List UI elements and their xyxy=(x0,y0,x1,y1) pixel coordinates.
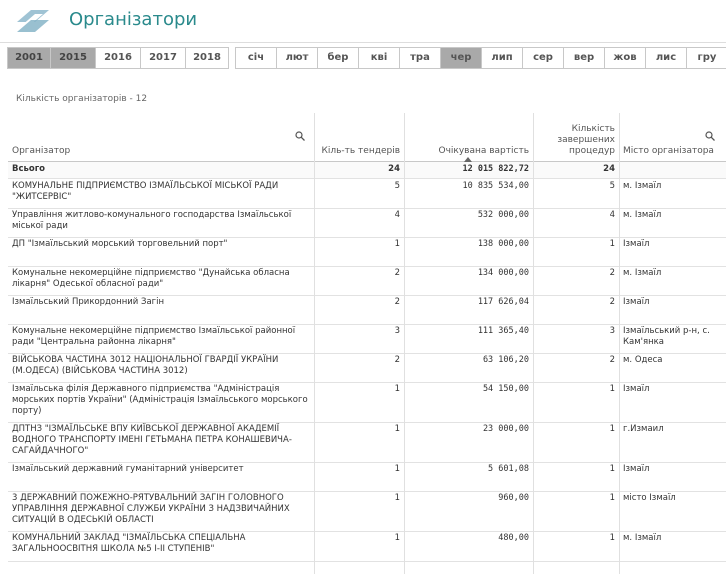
cell-completed: 1 xyxy=(609,239,615,249)
page-title: Організатори xyxy=(69,9,198,30)
cell-value: 54 150,00 xyxy=(482,384,529,394)
month-button[interactable]: жов xyxy=(604,47,646,69)
col-header-value[interactable]: Очікувана вартість xyxy=(404,113,533,161)
month-button[interactable]: тра xyxy=(399,47,441,69)
year-filter: 2001 2015 2016 2017 2018 xyxy=(7,47,229,69)
cell-organizer: КОМУНАЛЬНЕ ПІДПРИЄМСТВО ІЗМАЇЛЬСЬКОЇ МІС… xyxy=(12,181,279,202)
column-divider xyxy=(314,113,315,574)
month-button[interactable]: лип xyxy=(481,47,523,69)
cell-completed: 1 xyxy=(609,533,615,543)
year-button-2017[interactable]: 2017 xyxy=(140,47,186,69)
cell-city: Ізмаїл xyxy=(623,239,650,249)
cell-tenders: 5 xyxy=(394,181,400,191)
search-icon[interactable] xyxy=(295,131,305,141)
cell-value: 480,00 xyxy=(498,533,529,543)
cell-organizer: 3 ДЕРЖАВНИЙ ПОЖЕЖНО-РЯТУВАЛЬНИЙ ЗАГІН ГО… xyxy=(12,493,290,525)
cell-city: Ізмаїл xyxy=(623,464,650,474)
cell-value: 5 601,08 xyxy=(488,464,529,474)
cell-tenders: 1 xyxy=(394,493,400,503)
logo-icon xyxy=(17,10,49,32)
cell-city: місто Ізмаїл xyxy=(623,493,676,503)
col-header-organizer[interactable]: Організатор xyxy=(8,113,314,161)
col-header-completed[interactable]: Кількість завершених процедур xyxy=(533,113,619,161)
cell-organizer: КОМУНАЛЬНИЙ ЗАКЛАД "ІЗМАЇЛЬСЬКА СПЕЦІАЛЬ… xyxy=(12,533,246,554)
cell-organizer: Ізмаїльська філія Державного підприємств… xyxy=(12,384,308,416)
cell-tenders: 2 xyxy=(394,268,400,278)
cell-city: м. Одеса xyxy=(623,355,663,365)
cell-value: 960,00 xyxy=(498,493,529,503)
month-button[interactable]: бер xyxy=(317,47,359,69)
total-completed: 24 xyxy=(603,164,615,174)
cell-city: Ізмаїл xyxy=(623,297,650,307)
cell-completed: 2 xyxy=(609,268,615,278)
total-value: 12 015 822,72 xyxy=(462,164,529,174)
column-divider xyxy=(404,113,405,574)
cell-tenders: 1 xyxy=(394,384,400,394)
col-header-tenders[interactable]: Кіль-ть тендерів xyxy=(314,113,404,161)
cell-tenders: 2 xyxy=(394,355,400,365)
cell-tenders: 1 xyxy=(394,239,400,249)
header: Організатори xyxy=(0,0,726,43)
month-button-selected[interactable]: чер xyxy=(440,47,482,69)
cell-value: 117 626,04 xyxy=(477,297,529,307)
cell-value: 532 000,00 xyxy=(477,210,529,220)
cell-organizer: Ізмаїльський державний гуманітарний унів… xyxy=(12,464,244,474)
cell-completed: 2 xyxy=(609,297,615,307)
cell-city: м. Ізмаїл xyxy=(623,268,662,278)
cell-organizer: ДПТНЗ "ІЗМАЇЛЬСЬКЕ ВПУ КИЇВСЬКОЇ ДЕРЖАВН… xyxy=(12,424,292,456)
organizers-count: Кількість організаторів - 12 xyxy=(16,94,148,104)
cell-organizer: Комунальне некомерційне підприємство Ізм… xyxy=(12,326,296,347)
cell-city: г.Измаил xyxy=(623,424,664,434)
cell-completed: 1 xyxy=(609,464,615,474)
column-divider xyxy=(533,113,534,574)
cell-tenders: 2 xyxy=(394,297,400,307)
total-tenders: 24 xyxy=(388,164,400,174)
cell-city: Ізмаїл xyxy=(623,384,650,394)
year-button-2016[interactable]: 2016 xyxy=(95,47,141,69)
year-button-2018[interactable]: 2018 xyxy=(185,47,229,69)
cell-tenders: 1 xyxy=(394,533,400,543)
cell-tenders: 3 xyxy=(394,326,400,336)
cell-value: 138 000,00 xyxy=(477,239,529,249)
cell-tenders: 1 xyxy=(394,424,400,434)
total-label: Всього xyxy=(12,164,46,174)
cell-value: 134 000,00 xyxy=(477,268,529,278)
cell-organizer: Комунальне некомерційне підприємство "Ду… xyxy=(12,268,290,289)
cell-value: 111 365,40 xyxy=(477,326,529,336)
month-button[interactable]: лют xyxy=(276,47,318,69)
year-button-2001[interactable]: 2001 xyxy=(7,47,51,69)
cell-tenders: 1 xyxy=(394,464,400,474)
cell-completed: 1 xyxy=(609,493,615,503)
month-button[interactable]: вер xyxy=(563,47,605,69)
cell-completed: 3 xyxy=(609,326,615,336)
month-filter: січ лют бер кві тра чер лип сер вер жов … xyxy=(235,47,726,69)
cell-tenders: 4 xyxy=(394,210,400,220)
month-button[interactable]: сер xyxy=(522,47,564,69)
month-button[interactable]: гру xyxy=(686,47,726,69)
cell-value: 10 835 534,00 xyxy=(462,181,529,191)
cell-organizer: ВІЙСЬКОВА ЧАСТИНА 3012 НАЦІОНАЛЬНОЇ ГВАР… xyxy=(12,355,279,376)
cell-city: м. Ізмаїл xyxy=(623,210,662,220)
cell-city: м. Ізмаїл xyxy=(623,181,662,191)
cell-completed: 1 xyxy=(609,424,615,434)
month-button[interactable]: кві xyxy=(358,47,400,69)
year-button-2015[interactable]: 2015 xyxy=(50,47,96,69)
cell-value: 63 106,20 xyxy=(482,355,529,365)
cell-organizer: Ізмаїльський Прикордонний Загін xyxy=(12,297,165,307)
month-button[interactable]: лис xyxy=(645,47,687,69)
cell-city: м. Ізмаїл xyxy=(623,533,662,543)
cell-completed: 2 xyxy=(609,355,615,365)
cell-completed: 5 xyxy=(609,181,615,191)
column-divider xyxy=(619,113,620,574)
cell-city: Ізмаїльський р-н, с. Кам'янка xyxy=(623,326,710,347)
month-button[interactable]: січ xyxy=(235,47,277,69)
cell-organizer: Управління житлово-комунального господар… xyxy=(12,210,292,231)
cell-organizer: ДП "Ізмаїльський морський торговельний п… xyxy=(12,239,228,249)
cell-completed: 4 xyxy=(609,210,615,220)
search-icon[interactable] xyxy=(705,131,715,141)
cell-completed: 1 xyxy=(609,384,615,394)
total-city xyxy=(619,162,726,178)
cell-value: 23 000,00 xyxy=(482,424,529,434)
